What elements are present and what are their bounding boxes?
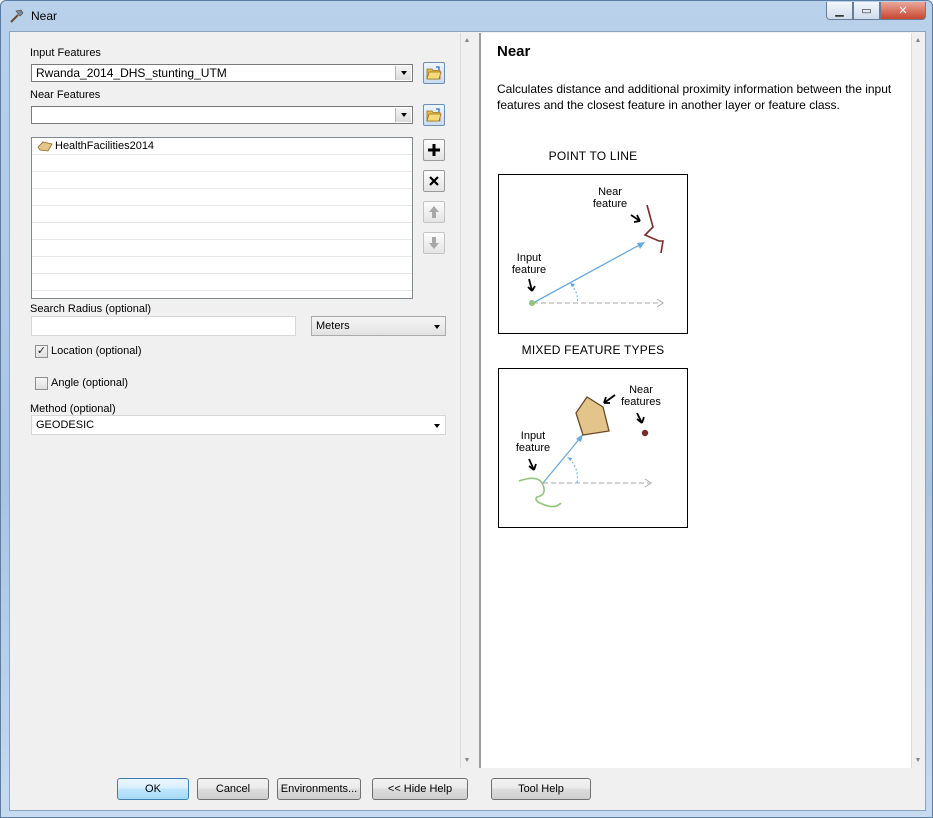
angle-checkbox[interactable] [35, 377, 48, 390]
chevron-down-icon [434, 424, 440, 428]
scroll-up-icon[interactable]: ▲ [463, 37, 471, 44]
minimize-icon: ▁ [835, 5, 844, 17]
parameters-panel: Input Features Rwanda_2014_DHS_stunting_… [11, 33, 473, 768]
list-item[interactable] [32, 172, 412, 189]
near-features-label: Near Features [30, 89, 101, 101]
search-radius-unit-select[interactable]: Meters [311, 316, 446, 336]
input-features-label: Input Features [30, 47, 101, 59]
near-features-label-1: Near [629, 384, 653, 396]
tool-help-button[interactable]: Tool Help [491, 778, 591, 800]
caption-buttons: ▁ ▭ ✕ [826, 2, 926, 22]
delete-row-button[interactable] [423, 170, 445, 192]
point-to-line-diagram: Near feature Input feature [498, 174, 688, 334]
input-features-value: Rwanda_2014_DHS_stunting_UTM [36, 66, 227, 80]
cancel-button[interactable]: Cancel [197, 778, 269, 800]
list-item[interactable] [32, 155, 412, 172]
ok-button[interactable]: OK [117, 778, 189, 800]
hide-help-button[interactable]: << Hide Help [372, 778, 468, 800]
chevron-down-icon[interactable] [395, 66, 411, 80]
mixed-feature-types-illustration: Near features Input feature [516, 384, 661, 508]
method-label: Method (optional) [30, 403, 116, 415]
input-features-browse-button[interactable] [423, 62, 445, 84]
near-features-label-2: features [621, 396, 661, 408]
dialog-client-area: Input Features Rwanda_2014_DHS_stunting_… [9, 31, 926, 811]
input-features-combo[interactable]: Rwanda_2014_DHS_stunting_UTM [31, 64, 413, 82]
parameters-scrollbar[interactable]: ▲ ▼ [460, 33, 473, 768]
minimize-button[interactable]: ▁ [826, 2, 853, 20]
near-features-list[interactable]: HealthFacilities2014 [31, 137, 413, 299]
help-scrollbar[interactable]: ▲ ▼ [911, 33, 924, 768]
list-item[interactable] [32, 223, 412, 240]
method-select[interactable]: GEODESIC [31, 415, 446, 435]
scroll-down-icon[interactable]: ▼ [914, 757, 922, 764]
polygon-layer-icon [37, 141, 53, 151]
arrow-up-icon [429, 206, 439, 218]
location-label: Location (optional) [51, 345, 142, 357]
chevron-down-icon[interactable] [395, 108, 411, 122]
arrow-down-icon [429, 237, 439, 249]
move-down-button[interactable] [423, 232, 445, 254]
scroll-up-icon[interactable]: ▲ [914, 37, 922, 44]
x-icon [429, 176, 439, 186]
near-features-combo[interactable] [31, 106, 413, 124]
scroll-down-icon[interactable]: ▼ [463, 757, 471, 764]
search-radius-input[interactable] [31, 316, 296, 336]
location-checkbox[interactable]: ✓ [35, 345, 48, 358]
help-title: Near [497, 43, 531, 60]
list-item-label: HealthFacilities2014 [55, 140, 155, 152]
list-item[interactable] [32, 257, 412, 274]
input-feature-label-2: feature [512, 264, 546, 276]
window-title: Near [31, 9, 58, 23]
list-item[interactable] [32, 206, 412, 223]
figure-caption-mixed-feature-types: MIXED FEATURE TYPES [521, 343, 665, 357]
open-folder-icon [426, 66, 442, 80]
figure-caption-point-to-line: POINT TO LINE [548, 149, 638, 163]
checkmark-icon: ✓ [36, 345, 47, 357]
input-feature-label-1: Input [517, 252, 541, 264]
point-to-line-illustration: Near feature Input feature [512, 186, 664, 308]
search-radius-label: Search Radius (optional) [30, 303, 152, 315]
move-up-button[interactable] [423, 201, 445, 223]
list-item[interactable]: HealthFacilities2014 [32, 138, 412, 155]
open-folder-icon [426, 108, 442, 122]
add-row-button[interactable] [423, 139, 445, 161]
hammer-icon [10, 9, 24, 23]
mixed-feature-types-diagram: Near features Input feature [498, 368, 688, 528]
help-description: Calculates distance and additional proxi… [497, 82, 892, 112]
chevron-down-icon [434, 325, 440, 329]
input-feature-label-2: feature [516, 442, 550, 454]
near-feature-label-1: Near [598, 186, 622, 198]
search-radius-unit-value: Meters [316, 320, 350, 332]
help-panel: Near Calculates distance and additional … [479, 33, 924, 768]
near-feature-label-2: feature [593, 198, 627, 210]
maximize-icon: ▭ [861, 5, 872, 17]
title-bar[interactable]: Near ▁ ▭ ✕ [1, 1, 932, 31]
input-feature-label-1: Input [521, 430, 545, 442]
close-icon: ✕ [898, 5, 908, 17]
near-features-browse-button[interactable] [423, 104, 445, 126]
environments-button[interactable]: Environments... [277, 778, 361, 800]
plus-icon [428, 144, 440, 156]
maximize-button[interactable]: ▭ [853, 2, 880, 20]
list-item[interactable] [32, 189, 412, 206]
close-button[interactable]: ✕ [880, 2, 926, 20]
list-item[interactable] [32, 240, 412, 257]
method-value: GEODESIC [36, 419, 95, 431]
tool-dialog-window: Near ▁ ▭ ✕ Input Features Rwanda_2014_DH… [0, 0, 933, 818]
angle-label: Angle (optional) [51, 377, 129, 389]
list-item[interactable] [32, 274, 412, 291]
